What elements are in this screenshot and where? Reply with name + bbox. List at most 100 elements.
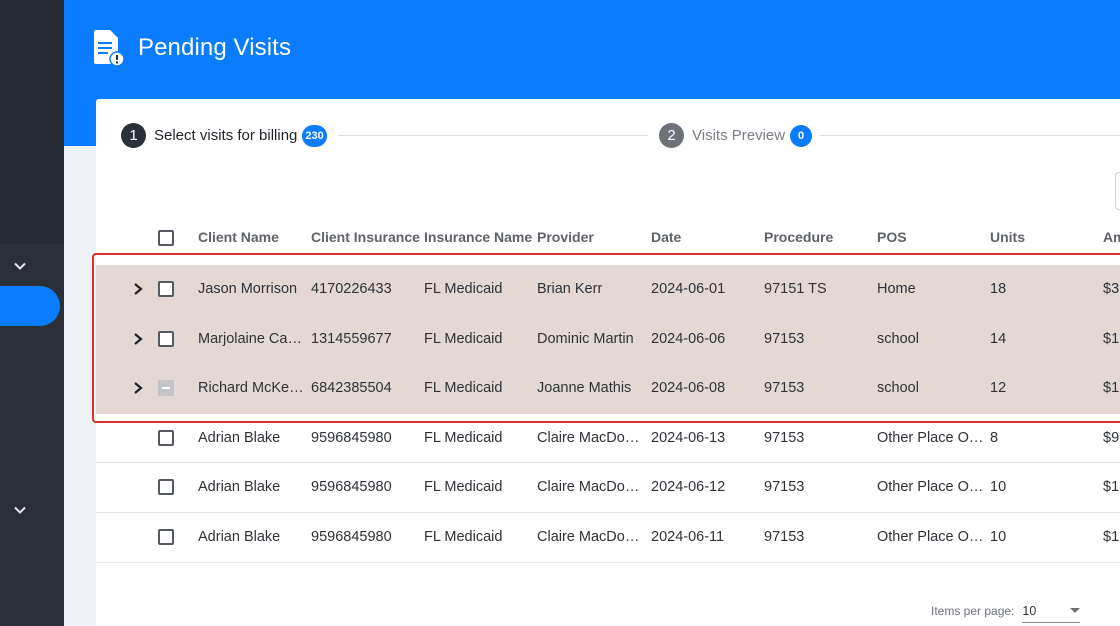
column-header[interactable]: Insurance Name — [424, 229, 532, 245]
dropdown-caret-icon — [1070, 608, 1081, 613]
table-row[interactable]: Marjolaine Ca… 1314559677 FL Medicaid Domin… — [96, 314, 1120, 365]
cell-amount: $1 — [1103, 528, 1120, 545]
cell-units: 10 — [990, 528, 1007, 545]
header-spacer — [96, 257, 1120, 265]
cell-date: 2024-06-12 — [651, 479, 726, 496]
row-checkbox[interactable] — [158, 429, 174, 446]
cell-amount: $1 — [1103, 330, 1120, 347]
cell-insurance: 9596845980 — [311, 429, 392, 446]
step-connector — [820, 135, 1120, 136]
items-per-page-select[interactable]: 10 — [1022, 599, 1081, 623]
cell-amount: $1 — [1103, 380, 1120, 397]
count-badge: 230 — [302, 124, 327, 147]
chevron-down-icon[interactable] — [12, 258, 28, 274]
cell-insurance: 1314559677 — [311, 330, 392, 347]
step-select-visits[interactable]: 1 Select visits for billing 230 — [121, 123, 327, 148]
cell-provider: Claire MacDon… — [537, 528, 645, 545]
row-checkbox[interactable] — [158, 380, 174, 397]
count-badge: 0 — [790, 124, 813, 147]
cell-insurance-name: FL Medicaid — [424, 330, 503, 347]
cell-units: 12 — [990, 380, 1007, 397]
chevron-right-icon[interactable] — [132, 282, 144, 296]
column-header[interactable]: POS — [877, 229, 907, 245]
table-header: Client Name Client Insurance Insurance N… — [96, 217, 1120, 257]
chevron-down-icon[interactable] — [12, 502, 28, 518]
cell-client: Jason Morrison — [198, 281, 298, 297]
cell-insurance: 6842385504 — [311, 380, 392, 397]
cell-pos: school — [877, 380, 919, 397]
table-row[interactable]: Adrian Blake 9596845980 FL Medicaid Claire … — [96, 463, 1120, 513]
cell-insurance-name: FL Medicaid — [424, 380, 503, 397]
cell-provider: Claire MacDon… — [537, 479, 645, 496]
table-row[interactable]: Adrian Blake 9596845980 FL Medicaid Claire … — [96, 513, 1120, 563]
step-label: Visits Preview — [692, 127, 786, 144]
cell-amount: $9 — [1103, 429, 1120, 446]
cell-client: Adrian Blake — [198, 479, 281, 496]
row-checkbox[interactable] — [158, 479, 174, 496]
row-checkbox[interactable] — [158, 281, 174, 297]
cell-procedure: 97153 — [764, 330, 805, 347]
cell-insurance-name: FL Medicaid — [424, 528, 503, 545]
cell-procedure: 97153 — [764, 528, 805, 545]
table-body: Jason Morrison 4170226433 FL Medicaid Brian… — [96, 265, 1120, 563]
cell-pos: Other Place Of … — [877, 429, 985, 446]
chevron-right-icon[interactable] — [132, 332, 144, 346]
column-header[interactable]: Client Insurance — [311, 229, 420, 245]
column-header[interactable]: Procedure — [764, 229, 833, 245]
cell-procedure: 97153 — [764, 429, 805, 446]
column-header[interactable]: Units — [990, 229, 1025, 245]
items-per-page-label: Items per page: — [931, 604, 1015, 618]
sidebar — [0, 0, 64, 626]
stepper: 1 Select visits for billing 230 2 Visits… — [96, 99, 1120, 179]
items-per-page-value: 10 — [1022, 604, 1037, 618]
step-number: 2 — [659, 123, 684, 148]
select-all-checkbox[interactable] — [158, 230, 174, 246]
cell-insurance: 9596845980 — [311, 528, 392, 545]
cell-client: Marjolaine Ca… — [198, 330, 302, 347]
toolbar-button[interactable] — [1115, 172, 1120, 210]
column-header[interactable]: Date — [651, 229, 681, 245]
table-row[interactable]: Adrian Blake 9596845980 FL Medicaid Claire … — [96, 414, 1120, 464]
table-row[interactable]: Richard McKen… 6842385504 FL Medicaid Joann… — [96, 364, 1120, 414]
cell-insurance-name: FL Medicaid — [424, 479, 503, 496]
cell-units: 8 — [990, 429, 999, 446]
cell-insurance-name: FL Medicaid — [424, 429, 503, 446]
cell-date: 2024-06-01 — [651, 281, 726, 297]
cell-procedure: 97151 TS — [764, 281, 827, 297]
row-checkbox[interactable] — [158, 528, 174, 545]
cell-date: 2024-06-13 — [651, 429, 726, 446]
column-header[interactable]: Am — [1103, 229, 1120, 245]
cell-date: 2024-06-08 — [651, 380, 726, 397]
column-header[interactable]: Provider — [537, 229, 594, 245]
column-header[interactable]: Client Name — [198, 229, 279, 245]
step-label: Select visits for billing — [154, 127, 298, 144]
cell-units: 10 — [990, 479, 1007, 496]
cell-amount: $3 — [1103, 281, 1120, 297]
cell-client: Adrian Blake — [198, 528, 281, 545]
cell-units: 14 — [990, 330, 1007, 347]
cell-insurance-name: FL Medicaid — [424, 281, 503, 297]
step-number: 1 — [121, 123, 146, 148]
row-checkbox[interactable] — [158, 330, 174, 347]
cell-procedure: 97153 — [764, 479, 805, 496]
document-alert-icon — [94, 30, 125, 67]
cell-date: 2024-06-11 — [651, 528, 725, 545]
table-row[interactable]: Jason Morrison 4170226433 FL Medicaid Brian… — [96, 265, 1120, 315]
cell-client: Richard McKen… — [198, 380, 306, 397]
cell-provider: Brian Kerr — [537, 281, 603, 297]
cell-date: 2024-06-06 — [651, 330, 726, 347]
cell-insurance: 9596845980 — [311, 479, 392, 496]
paginator: Items per page: 10 — [931, 599, 1081, 623]
sidebar-top — [0, 0, 64, 244]
cell-provider: Dominic Martin — [537, 330, 634, 347]
cell-units: 18 — [990, 281, 1007, 297]
cell-insurance: 4170226433 — [311, 281, 392, 297]
sidebar-active-item[interactable] — [0, 286, 60, 326]
page-title: Pending Visits — [138, 34, 292, 61]
chevron-right-icon[interactable] — [132, 381, 144, 395]
visits-table: Client Name Client Insurance Insurance N… — [96, 217, 1120, 563]
cell-pos: Home — [877, 281, 916, 297]
cell-client: Adrian Blake — [198, 429, 281, 446]
step-visits-preview[interactable]: 2 Visits Preview 0 — [659, 123, 813, 148]
cell-pos: Other Place Of … — [877, 479, 985, 496]
